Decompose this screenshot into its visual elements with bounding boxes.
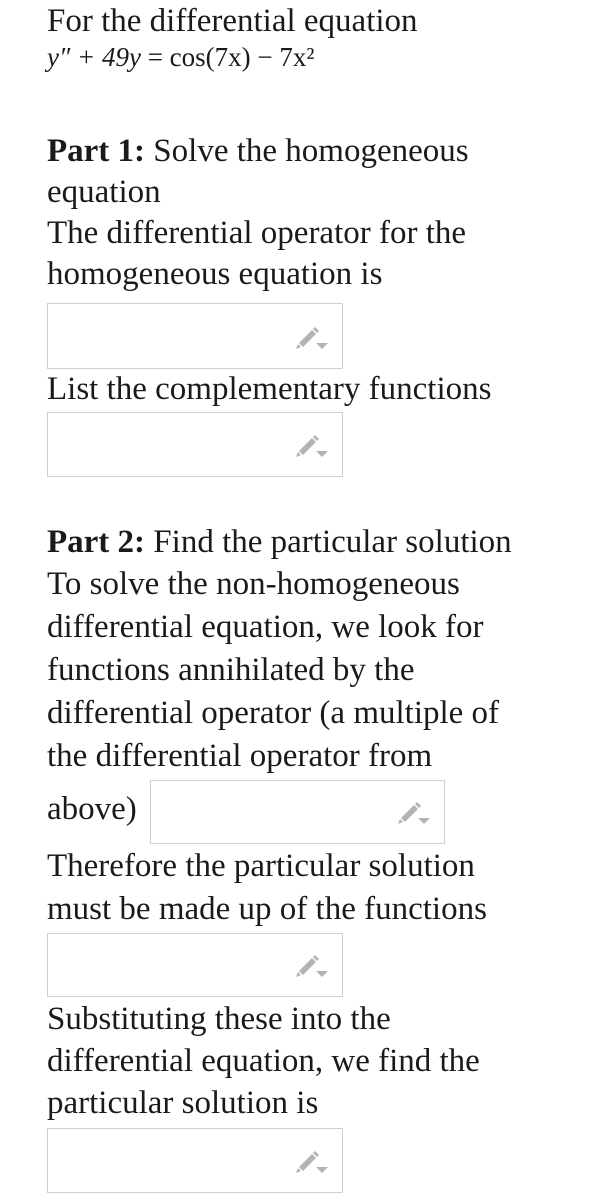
part2-heading: Part 2: Find the particular solution: [47, 521, 512, 564]
equation-lhs: y″ + 49y: [47, 42, 141, 72]
subst-line: Substituting these into the: [47, 1001, 391, 1037]
part2-line: the differential operator from: [47, 738, 433, 774]
pencil-dropdown-icon[interactable]: [294, 1148, 328, 1174]
therefore-line: Therefore the particular solution: [47, 848, 475, 884]
part1-line3: The differential operator for the: [47, 215, 467, 251]
intro-text: For the differential equation: [47, 3, 418, 39]
pencil-dropdown-icon[interactable]: [294, 324, 328, 350]
part1-title: Solve the homogeneous: [145, 133, 469, 169]
equation-eq: =: [147, 42, 163, 72]
complementary-input[interactable]: [47, 412, 343, 477]
particular-solution-input[interactable]: [47, 1128, 343, 1193]
operator-input[interactable]: [47, 303, 343, 369]
part2-label: Part 2:: [47, 524, 146, 560]
part2-line: To solve the non-homogeneous: [47, 566, 460, 602]
complementary-label: List the complementary functions: [47, 371, 492, 407]
part2-line: differential equation, we look for: [47, 609, 484, 645]
part2-line: functions annihilated by the: [47, 652, 415, 688]
subst-line: differential equation, we find the: [47, 1043, 480, 1079]
part1-line2: equation: [47, 174, 161, 210]
functions-input[interactable]: [47, 933, 343, 997]
equation-rhs: cos(7x) − 7x²: [169, 42, 315, 72]
part1-heading: Part 1: Solve the homogeneous: [47, 130, 469, 173]
pencil-dropdown-icon[interactable]: [294, 952, 328, 978]
therefore-line: must be made up of the functions: [47, 891, 487, 927]
annihilator-input[interactable]: [150, 780, 445, 844]
pencil-dropdown-icon[interactable]: [396, 799, 430, 825]
above-text: above): [47, 791, 137, 827]
subst-line: particular solution is: [47, 1085, 319, 1121]
part2-line: differential operator (a multiple of: [47, 695, 500, 731]
part1-line4: homogeneous equation is: [47, 256, 383, 292]
part1-label: Part 1:: [47, 133, 146, 169]
part2-title: Find the particular solution: [145, 524, 512, 560]
equation: y″ + 49y = cos(7x) − 7x²: [47, 42, 314, 73]
pencil-dropdown-icon[interactable]: [294, 432, 328, 458]
